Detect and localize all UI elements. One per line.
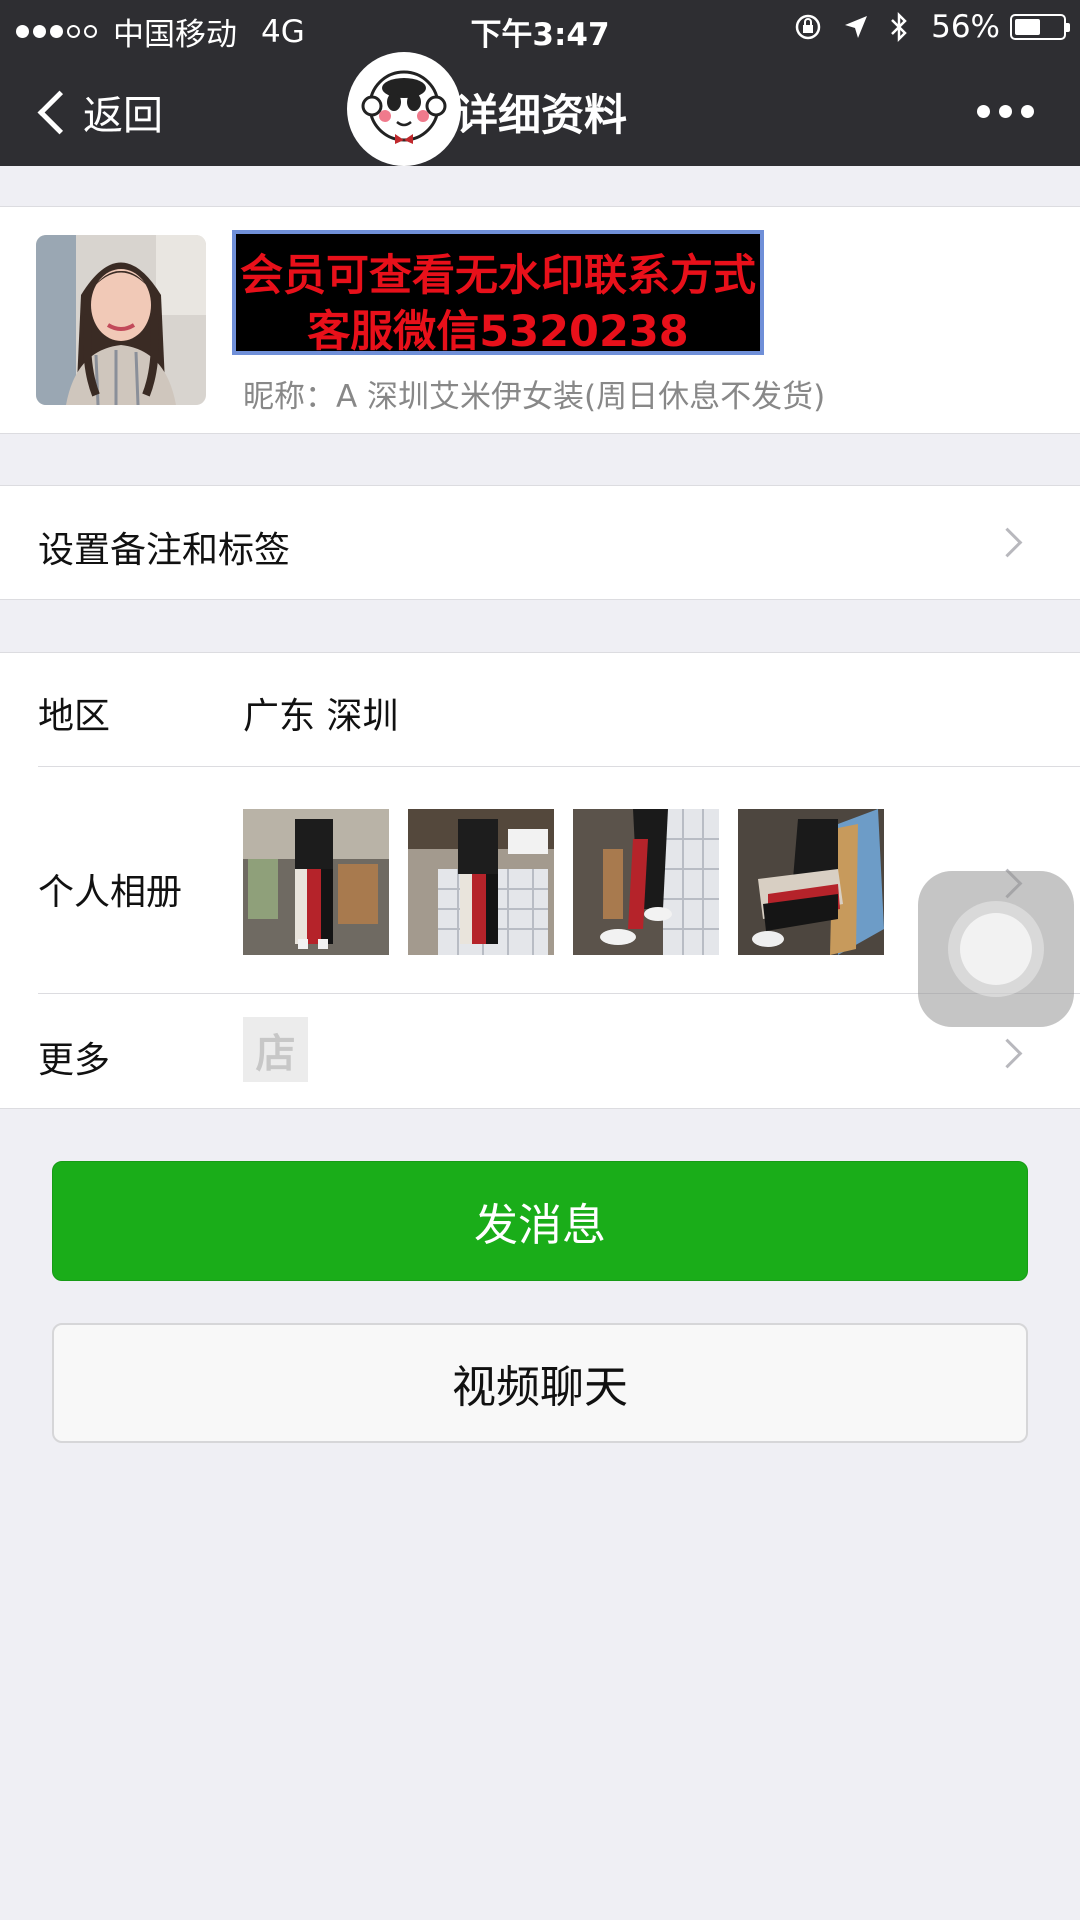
album-photo[interactable] (573, 809, 719, 955)
video-chat-button[interactable]: 视频聊天 (52, 1323, 1028, 1443)
album-photo[interactable] (243, 809, 389, 955)
chevron-right-icon (992, 1038, 1023, 1069)
avatar[interactable] (36, 235, 206, 405)
album-photos (243, 809, 903, 955)
battery-percent: 56% (931, 9, 1000, 45)
album-photo[interactable] (738, 809, 884, 955)
status-bar: 中国移动 4G 下午3:47 56% (0, 0, 1080, 55)
bluetooth-icon (889, 11, 909, 43)
region-value: 广东 深圳 (243, 696, 399, 737)
page-title: 详细资料 (455, 91, 627, 141)
banner-line-1: 会员可查看无水印联系方式 (240, 251, 756, 301)
album-photo[interactable] (408, 809, 554, 955)
watermark-banner: 会员可查看无水印联系方式 客服微信5320238 (232, 230, 764, 357)
back-label: 返回 (83, 93, 163, 139)
chevron-right-icon (992, 527, 1023, 558)
banner-line-2: 客服微信5320238 (307, 307, 689, 357)
shop-icon: 店 (243, 1017, 308, 1082)
watermark-logo (347, 52, 461, 166)
battery-icon (1010, 14, 1070, 40)
profile-card: 会员可查看无水印联系方式 客服微信5320238 昵称：A 深圳艾米伊女装(周日… (0, 206, 1080, 434)
divider (38, 766, 1080, 767)
chevron-left-icon (37, 90, 82, 134)
info-card: 地区 广东 深圳 个人相册 更多 店 (0, 652, 1080, 1109)
nickname: 昵称：A 深圳艾米伊女装(周日休息不发货) (243, 379, 826, 415)
navigation-bar: 返回 详细资料 (0, 55, 1080, 166)
more-dots-icon[interactable] (968, 105, 1034, 118)
send-message-button[interactable]: 发消息 (52, 1161, 1028, 1281)
status-right: 56% (773, 9, 1070, 45)
more-label: 更多 (38, 1040, 111, 1081)
back-button[interactable]: 返回 (34, 83, 163, 141)
orientation-lock-icon (793, 12, 823, 42)
album-label: 个人相册 (38, 872, 183, 913)
location-arrow-icon (843, 14, 869, 40)
region-label: 地区 (38, 696, 111, 737)
assistive-touch-button[interactable] (918, 871, 1074, 1027)
set-remark-label: 设置备注和标签 (38, 530, 291, 571)
set-remark-row[interactable]: 设置备注和标签 (0, 485, 1080, 600)
